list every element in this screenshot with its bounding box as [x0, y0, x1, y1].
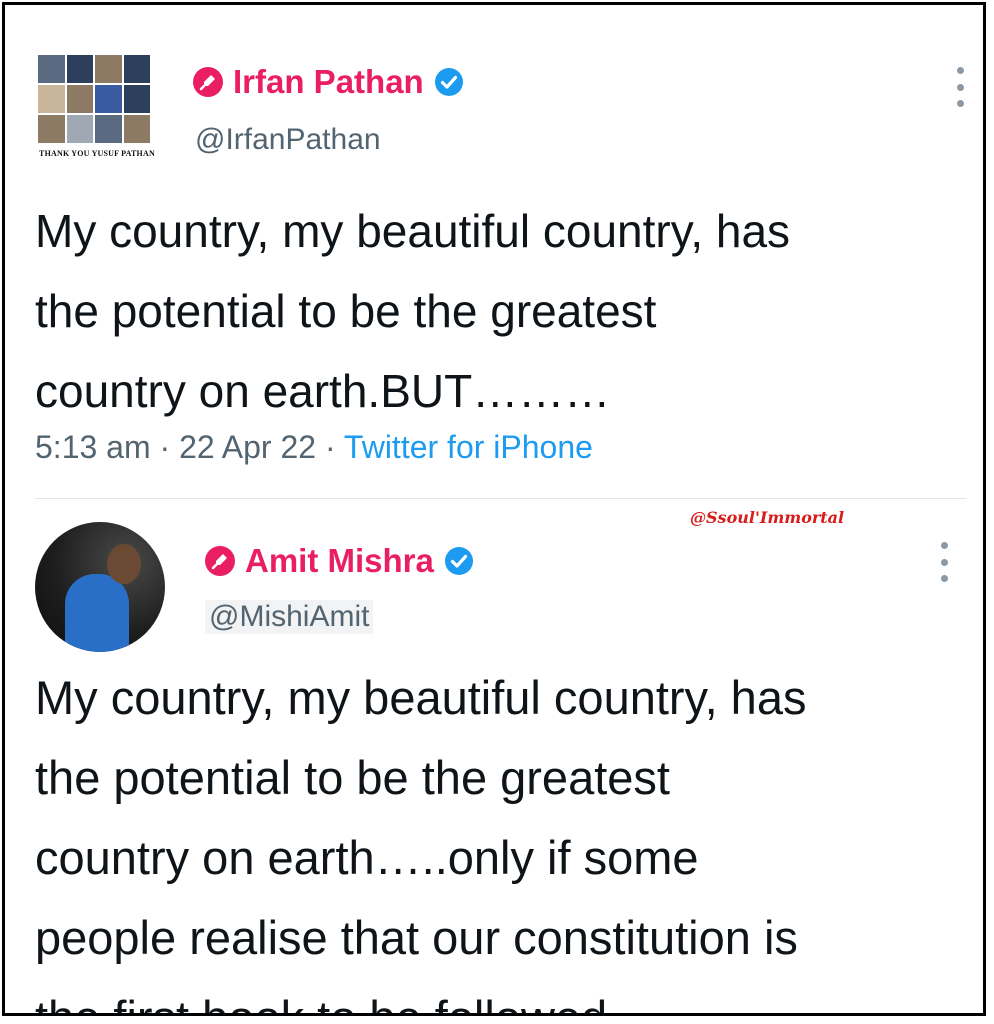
- tweet-text-line: people realise that our constitution is: [35, 911, 798, 964]
- tweet-text-line: country on earth…..only if some: [35, 831, 699, 884]
- tweet-text: My country, my beautiful country, has th…: [35, 658, 807, 1013]
- tweet-text-line: My country, my beautiful country, has: [35, 205, 791, 257]
- meta-separator: ·: [159, 429, 171, 465]
- avatar-collage-image: [38, 55, 150, 143]
- tweet-text-line: the potential to be the greatest: [35, 285, 657, 337]
- tweet-text-line: the first book to be followed: [35, 978, 806, 1013]
- tweet-card[interactable]: @Ssoul'Immortal Amit Mishra @MishiAmit M…: [5, 500, 983, 1013]
- pin-icon: [193, 67, 223, 97]
- divider: [35, 498, 967, 499]
- tweet-time[interactable]: 5:13 am: [35, 429, 151, 465]
- author-handle[interactable]: @IrfanPathan: [195, 123, 381, 157]
- author-handle[interactable]: @MishiAmit: [205, 600, 374, 634]
- avatar-photo: [35, 522, 165, 652]
- screenshot-frame: THANK YOU YUSUF PATHAN Irfan Pathan @Irf…: [2, 2, 986, 1016]
- watermark: @Ssoul'Immortal: [690, 508, 845, 527]
- tweet-text-line: country on earth.BUT………: [35, 365, 611, 417]
- display-name[interactable]: Amit Mishra: [245, 542, 434, 580]
- author-name-row[interactable]: Irfan Pathan: [193, 63, 464, 101]
- tweet-date[interactable]: 22 Apr 22: [179, 429, 316, 465]
- pin-icon: [205, 546, 235, 576]
- tweet-source-link[interactable]: Twitter for iPhone: [344, 429, 593, 465]
- tweet-text-line: the potential to be the greatest: [35, 751, 670, 804]
- display-name[interactable]: Irfan Pathan: [233, 63, 424, 101]
- tweet-card[interactable]: THANK YOU YUSUF PATHAN Irfan Pathan @Irf…: [5, 5, 983, 500]
- avatar[interactable]: THANK YOU YUSUF PATHAN: [35, 43, 165, 173]
- avatar[interactable]: [35, 522, 165, 652]
- tweet-meta: 5:13 am · 22 Apr 22 · Twitter for iPhone: [35, 429, 593, 466]
- tweet-text: My country, my beautiful country, has th…: [35, 191, 790, 431]
- author-name-row[interactable]: Amit Mishra: [205, 542, 474, 580]
- verified-icon: [434, 67, 464, 97]
- more-options-icon[interactable]: [939, 542, 949, 582]
- more-options-icon[interactable]: [955, 67, 965, 107]
- meta-separator: ·: [324, 429, 336, 465]
- avatar-caption: THANK YOU YUSUF PATHAN: [39, 149, 155, 158]
- tweet-text-line: My country, my beautiful country, has: [35, 671, 807, 724]
- verified-icon: [444, 546, 474, 576]
